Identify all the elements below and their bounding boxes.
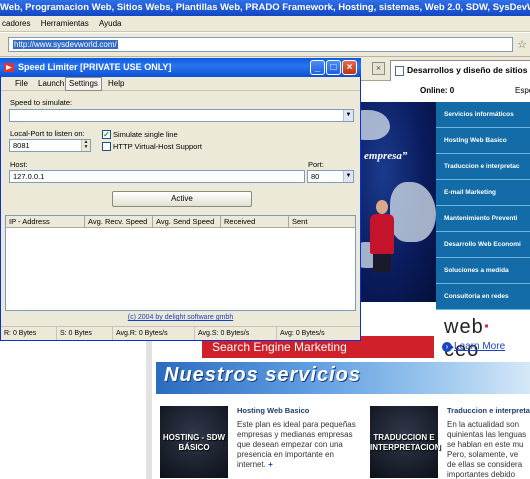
menu-item-herramientas[interactable]: Herramientas: [39, 16, 95, 32]
spin-arrows-icon[interactable]: ▲ ▼: [81, 140, 90, 151]
close-button[interactable]: ×: [342, 60, 357, 75]
port-input[interactable]: 80 ▼: [307, 170, 354, 183]
address-input[interactable]: http://www.sysdevworld.com/: [8, 37, 513, 52]
menu-settings[interactable]: Settings: [65, 77, 102, 91]
service-link-mantenimiento[interactable]: Mantenimiento Preventi: [436, 206, 530, 232]
browser-title-bar: Web, Programacion Web, Sitios Webs, Plan…: [0, 0, 530, 16]
speed-label: Speed to simulate:: [10, 98, 73, 107]
traduccion-line: se hablan en este mu: [447, 440, 524, 449]
online-counter: Online: 0: [420, 86, 455, 95]
menu-item-marcadores[interactable]: cadores: [0, 16, 36, 32]
chevron-down-icon[interactable]: ▼: [343, 110, 353, 121]
service-link-traduccion[interactable]: Traduccion e interpretac: [436, 154, 530, 180]
esp-label: Espe: [515, 86, 530, 95]
column-header-send-speed[interactable]: Avg. Send Speed: [153, 216, 221, 228]
menu-launch[interactable]: Launch: [35, 77, 67, 91]
service-link-hosting[interactable]: Hosting Web Basico: [436, 128, 530, 154]
page-icon: [395, 66, 404, 76]
service-link-email-marketing[interactable]: E-mail Marketing: [436, 180, 530, 206]
service-link-informaticos[interactable]: Servicios informáticos: [436, 102, 530, 128]
connections-table[interactable]: IP - Address Avg. Recv. Speed Avg. Send …: [5, 215, 356, 311]
port-label: Port:: [308, 160, 324, 169]
traduccion-line: Pero, solamente, ve: [447, 450, 519, 459]
address-bar-row: http://www.sysdevworld.com/ ☆: [0, 33, 530, 57]
app-icon: [4, 63, 14, 72]
traduccion-card-image[interactable]: TRADUCCION E INTERPRETACION: [370, 406, 441, 478]
hosting-card-image[interactable]: HOSTING - SDW BÁSICO: [160, 406, 228, 478]
learn-more-link[interactable]: Learn More: [454, 341, 505, 352]
local-port-value: 8081: [13, 141, 30, 150]
nuestros-servicios-banner: Nuestros servicios: [156, 362, 530, 394]
status-received: R: 0 Bytes: [1, 327, 57, 340]
star-icon[interactable]: ☆: [517, 38, 527, 51]
arrow-right-icon: ›: [442, 342, 452, 352]
traduccion-line: importantes debido: [447, 470, 516, 479]
column-header-received[interactable]: Received: [221, 216, 289, 228]
local-port-label: Local-Port to listen on:: [10, 129, 85, 138]
active-button[interactable]: Active: [112, 191, 252, 207]
local-port-input[interactable]: 8081 ▲ ▼: [9, 139, 91, 152]
speed-limiter-menu-bar: File Launch Settings Help: [1, 77, 360, 91]
traduccion-card-image-text: TRADUCCION E INTERPRETACION: [370, 433, 441, 452]
chevron-down-icon[interactable]: ▼: [343, 171, 353, 182]
traduccion-card-title[interactable]: Traduccion e interpretac: [447, 406, 530, 415]
webceo-logo: web· ceo: [444, 316, 492, 361]
menu-help[interactable]: Help: [105, 77, 127, 91]
services-menu: Servicios informáticos Hosting Web Basic…: [436, 102, 530, 310]
traduccion-line: En la actualidad son: [447, 420, 520, 429]
page-left-border: [146, 340, 152, 479]
status-avg-received: Avg.R: 0 Bytes/s: [113, 327, 195, 340]
traduccion-line: quinientas las lenguas: [447, 430, 527, 439]
browser-tab[interactable]: Desarrollos y diseño de sitios W: [390, 60, 530, 81]
simulate-single-line-label: Simulate single line: [113, 130, 178, 139]
browser-tab-label: Desarrollos y diseño de sitios W: [407, 65, 530, 75]
menu-file[interactable]: File: [12, 77, 31, 91]
copyright-link[interactable]: (c) 2004 by delight software gmbh: [1, 314, 360, 321]
status-avg-sent: Avg.S: 0 Bytes/s: [195, 327, 277, 340]
column-header-sent[interactable]: Sent: [289, 216, 355, 228]
http-virtual-host-checkbox[interactable]: [102, 142, 111, 151]
service-link-desarrollo[interactable]: Desarrollo Web Economi: [436, 232, 530, 258]
close-tab-icon[interactable]: ×: [372, 62, 385, 75]
maximize-button[interactable]: □: [326, 60, 341, 75]
hero-globe-image: empresa”: [360, 102, 436, 302]
hosting-card-image-text: HOSTING - SDW BÁSICO: [162, 433, 226, 452]
traduccion-line: de ellas se considera: [447, 460, 523, 469]
service-link-soluciones[interactable]: Soluciones a medida: [436, 258, 530, 284]
hosting-card-body: Este plan es ideal para pequeñas empresa…: [237, 420, 357, 470]
online-bar: Online: 0 Espe: [360, 82, 530, 100]
host-input[interactable]: 127.0.0.1: [9, 170, 305, 183]
traduccion-card-body: En la actualidad son quinientas las leng…: [447, 420, 530, 479]
browser-menu-bar: cadores Herramientas Ayuda: [0, 16, 530, 32]
column-header-ip[interactable]: IP - Address: [6, 216, 85, 228]
person-figure: [368, 200, 394, 272]
host-value: 127.0.0.1: [13, 172, 45, 181]
speed-limiter-window: Speed Limiter [PRIVATE USE ONLY] _ □ × F…: [0, 58, 361, 341]
simulate-single-line-checkbox[interactable]: ✓: [102, 130, 111, 139]
hosting-card-text: Este plan es ideal para pequeñas empresa…: [237, 420, 356, 469]
speed-limiter-title: Speed Limiter [PRIVATE USE ONLY]: [18, 62, 172, 72]
speed-limiter-title-bar[interactable]: Speed Limiter [PRIVATE USE ONLY] _ □ ×: [0, 58, 361, 77]
column-header-recv-speed[interactable]: Avg. Recv. Speed: [85, 216, 153, 228]
minimize-button[interactable]: _: [310, 60, 325, 75]
address-text: http://www.sysdevworld.com/: [13, 40, 118, 49]
speed-select[interactable]: ▼: [9, 109, 354, 122]
status-sent: S: 0 Bytes: [57, 327, 113, 340]
nuestros-servicios-heading: Nuestros servicios: [164, 364, 361, 386]
menu-item-ayuda[interactable]: Ayuda: [97, 16, 128, 32]
hosting-card-title[interactable]: Hosting Web Basico: [237, 406, 309, 415]
http-virtual-host-label: HTTP Virtual-Host Support: [113, 142, 202, 151]
status-bar: R: 0 Bytes S: 0 Bytes Avg.R: 0 Bytes/s A…: [1, 326, 360, 340]
port-value: 80: [311, 172, 320, 181]
hosting-card-more-link[interactable]: +: [268, 460, 273, 469]
hero-text: empresa”: [364, 150, 408, 162]
service-link-consultoria[interactable]: Consultoria en redes: [436, 284, 530, 310]
host-label: Host:: [10, 160, 28, 169]
status-avg: Avg: 0 Bytes/s: [280, 330, 325, 337]
